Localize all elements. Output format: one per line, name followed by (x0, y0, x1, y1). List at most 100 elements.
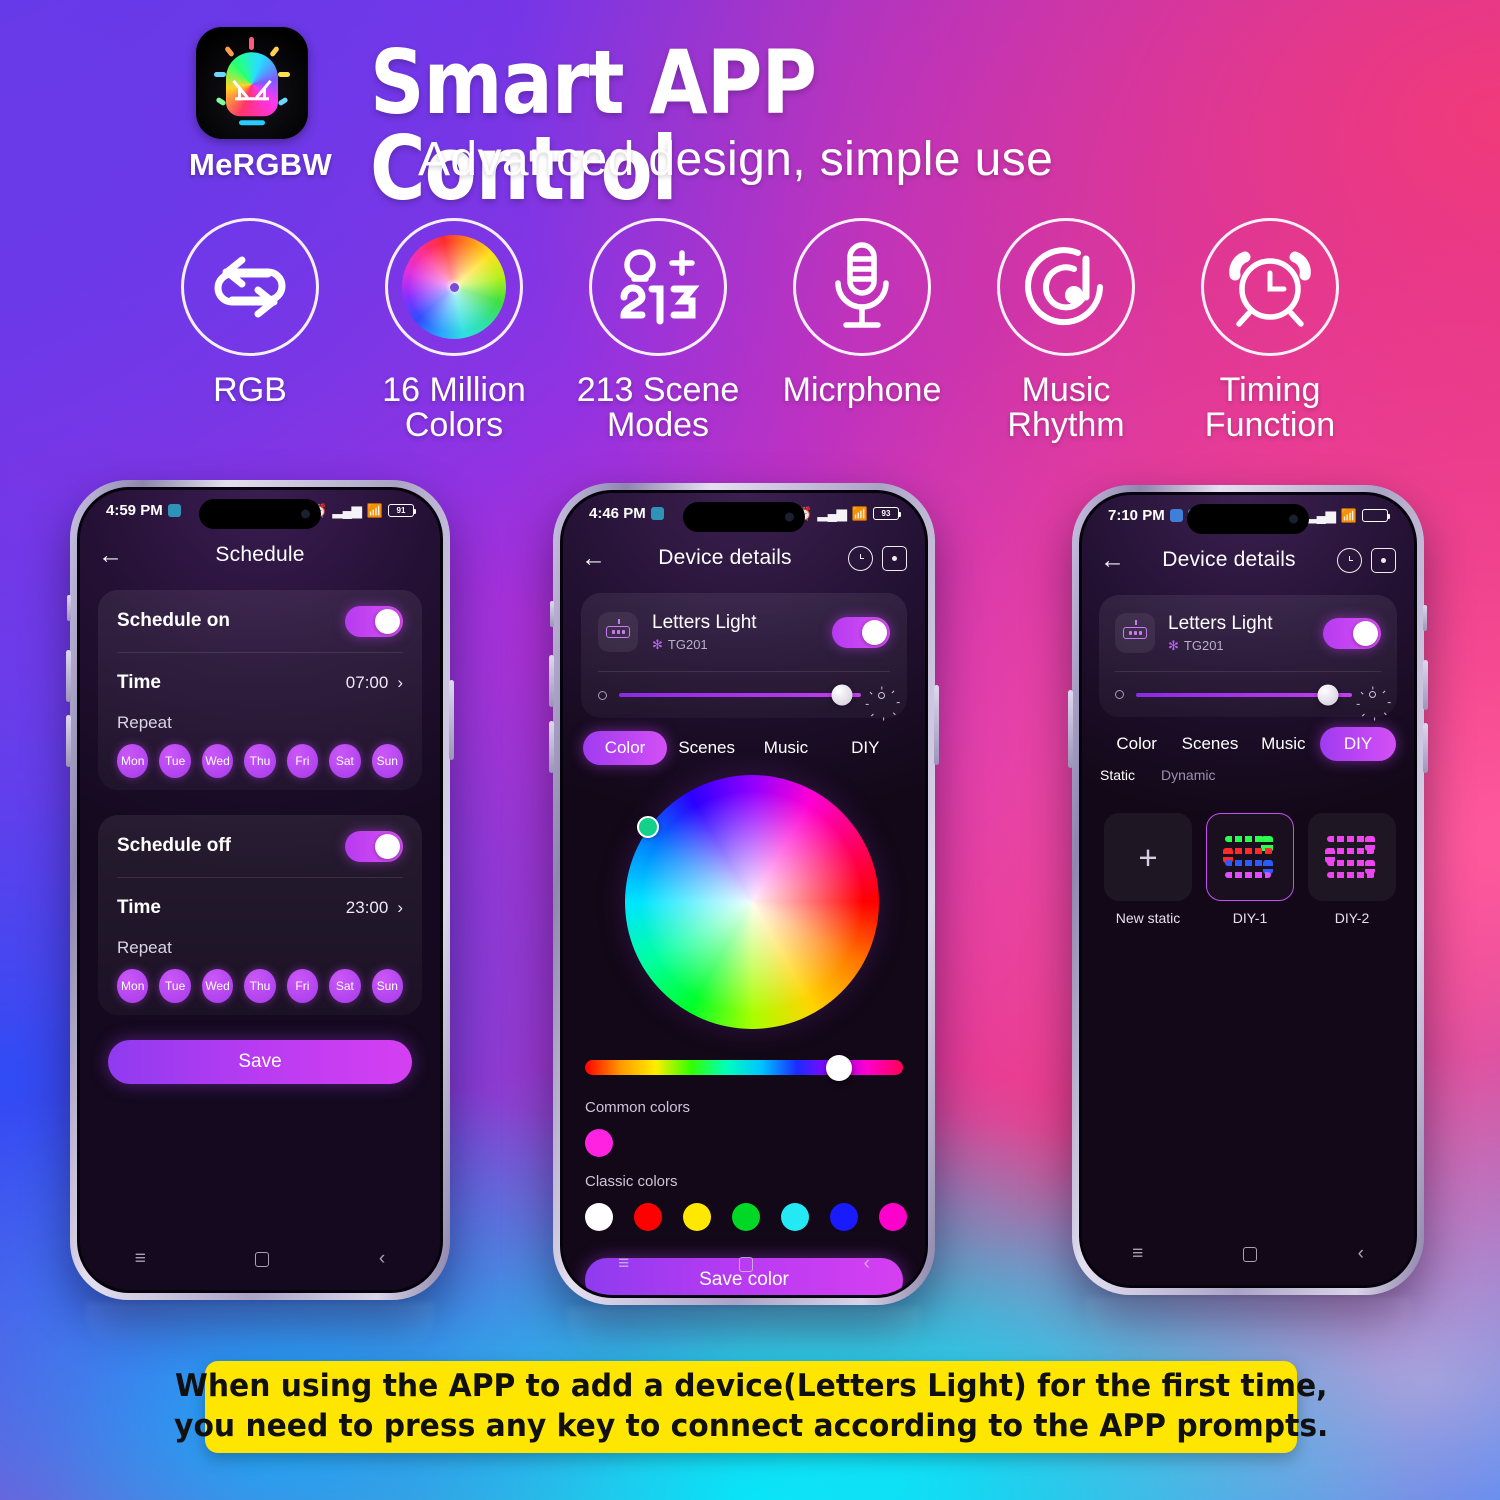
feature-colors: 16 Million Colors (354, 218, 554, 444)
app-header: ← Device details (1082, 539, 1414, 581)
swatch-magenta[interactable] (879, 1203, 907, 1231)
status-time: 4:59 PM (106, 501, 163, 519)
feature-label: Music Rhythm (1007, 371, 1125, 445)
color-wheel-picker[interactable] (625, 775, 879, 1029)
subtab-static[interactable]: Static (1100, 767, 1135, 783)
swatch-white[interactable] (585, 1203, 613, 1231)
day-chip-sun[interactable]: Sun (371, 744, 403, 778)
chevron-right-icon[interactable]: › (397, 673, 403, 693)
back-button[interactable]: ← (1100, 547, 1130, 573)
tab-color[interactable]: Color (583, 731, 667, 765)
color-wheel-icon (385, 218, 523, 356)
schedule-off-toggle[interactable] (345, 830, 403, 862)
day-chip-tue[interactable]: Tue (159, 969, 191, 1003)
signal-icon: ▂▄▆ (332, 502, 362, 518)
timer-icon[interactable] (1337, 547, 1362, 573)
phone-reflection (1086, 1297, 1411, 1349)
feature-label: 16 Million Colors (382, 371, 526, 445)
device-power-toggle[interactable] (1323, 617, 1381, 649)
settings-icon[interactable] (882, 545, 907, 571)
scene-213-icon (589, 218, 727, 356)
tab-music[interactable]: Music (1247, 734, 1320, 754)
wifi-icon: 📶 (851, 505, 868, 521)
hue-slider-knob[interactable] (826, 1055, 852, 1081)
swatch-cyan[interactable] (781, 1203, 809, 1231)
back-button[interactable]: ← (581, 545, 611, 571)
swatch-blue[interactable] (830, 1203, 858, 1231)
swatch-magenta[interactable] (585, 1129, 613, 1157)
feature-label: RGB (213, 371, 287, 409)
feature-label: Timing Function (1204, 371, 1336, 445)
tab-scenes[interactable]: Scenes (667, 738, 746, 758)
menu-icon[interactable]: ≡ (1132, 1243, 1143, 1265)
tab-scenes[interactable]: Scenes (1173, 734, 1246, 754)
day-chip-fri[interactable]: Fri (286, 744, 319, 778)
repeat-label: Repeat (117, 938, 172, 957)
loop-arrows-icon (181, 218, 319, 356)
tab-diy[interactable]: DIY (826, 738, 905, 758)
back-icon[interactable]: ‹ (1358, 1243, 1364, 1265)
tab-diy[interactable]: DIY (1319, 727, 1396, 761)
home-icon[interactable] (255, 1251, 270, 1267)
ray-icon (214, 72, 226, 77)
ray-icon (215, 96, 227, 107)
back-button[interactable]: ← (98, 542, 128, 568)
day-chip-sun[interactable]: Sun (371, 969, 403, 1003)
bluetooth-icon: ✻ (652, 636, 663, 652)
signal-icon: ▂▄▆ (1306, 507, 1336, 523)
status-chip-icon (650, 506, 664, 520)
diy-pattern-icon (1323, 832, 1381, 882)
day-chip-mon[interactable]: Mon (117, 969, 149, 1003)
day-chip-wed[interactable]: Wed (201, 969, 234, 1003)
back-icon[interactable]: ‹ (379, 1248, 385, 1270)
day-chip-sat[interactable]: Sat (329, 969, 361, 1003)
screen-title: Device details (1162, 548, 1296, 571)
day-chip-mon[interactable]: Mon (117, 744, 149, 778)
info-banner: When using the APP to add a device(Lette… (174, 1361, 1328, 1453)
settings-icon[interactable] (1371, 547, 1396, 573)
day-chip-thu[interactable]: Thu (244, 744, 276, 778)
device-power-toggle[interactable] (832, 616, 890, 648)
home-icon[interactable] (739, 1256, 754, 1272)
tab-color[interactable]: Color (1100, 734, 1173, 754)
tile-new-static[interactable]: + (1104, 813, 1192, 901)
save-button[interactable]: Save (108, 1040, 412, 1084)
home-icon[interactable] (1243, 1246, 1258, 1262)
schedule-off-card: Schedule off Time 23:00 › Repeat Mon Tue… (98, 815, 422, 1015)
music-rhythm-icon (997, 218, 1135, 356)
tile-diy-1[interactable] (1206, 813, 1294, 901)
light-strip-icon (1115, 613, 1155, 653)
status-chip-icon (1169, 508, 1183, 522)
menu-icon[interactable]: ≡ (618, 1253, 629, 1275)
day-chip-thu[interactable]: Thu (244, 969, 276, 1003)
ray-icon (224, 45, 235, 58)
back-icon[interactable]: ‹ (864, 1253, 870, 1275)
brightness-slider[interactable] (619, 684, 861, 706)
day-chip-wed[interactable]: Wed (201, 744, 234, 778)
schedule-off-label: Schedule off (117, 835, 232, 856)
day-chip-tue[interactable]: Tue (159, 744, 191, 778)
day-chip-sat[interactable]: Sat (329, 744, 361, 778)
phone-color: 4:46 PM ✻ ⏰ ▂▄▆ 📶 93 ← Device details (549, 483, 939, 1305)
tile-diy2-wrap: DIY-2 (1308, 813, 1396, 926)
chevron-right-icon[interactable]: › (397, 898, 403, 918)
tab-music[interactable]: Music (746, 738, 825, 758)
light-strip-icon (598, 612, 638, 652)
tile-diy-2[interactable] (1308, 813, 1396, 901)
banner-line-1: When using the APP to add a device(Lette… (174, 1368, 1328, 1405)
subtab-dynamic[interactable]: Dynamic (1161, 767, 1215, 783)
swatch-red[interactable] (634, 1203, 662, 1231)
timer-icon[interactable] (848, 545, 873, 571)
app-name: MeRGBW (189, 147, 333, 182)
swatch-yellow[interactable] (683, 1203, 711, 1231)
swatch-green[interactable] (732, 1203, 760, 1231)
brightness-max-icon (865, 686, 900, 721)
schedule-on-toggle[interactable] (345, 605, 403, 637)
menu-icon[interactable]: ≡ (135, 1248, 146, 1270)
color-wheel-cursor[interactable] (637, 816, 659, 838)
app-icon (196, 27, 308, 139)
day-chip-fri[interactable]: Fri (286, 969, 319, 1003)
common-colors-list (585, 1129, 613, 1157)
brightness-slider[interactable] (1136, 684, 1352, 705)
hue-slider[interactable] (585, 1060, 903, 1075)
